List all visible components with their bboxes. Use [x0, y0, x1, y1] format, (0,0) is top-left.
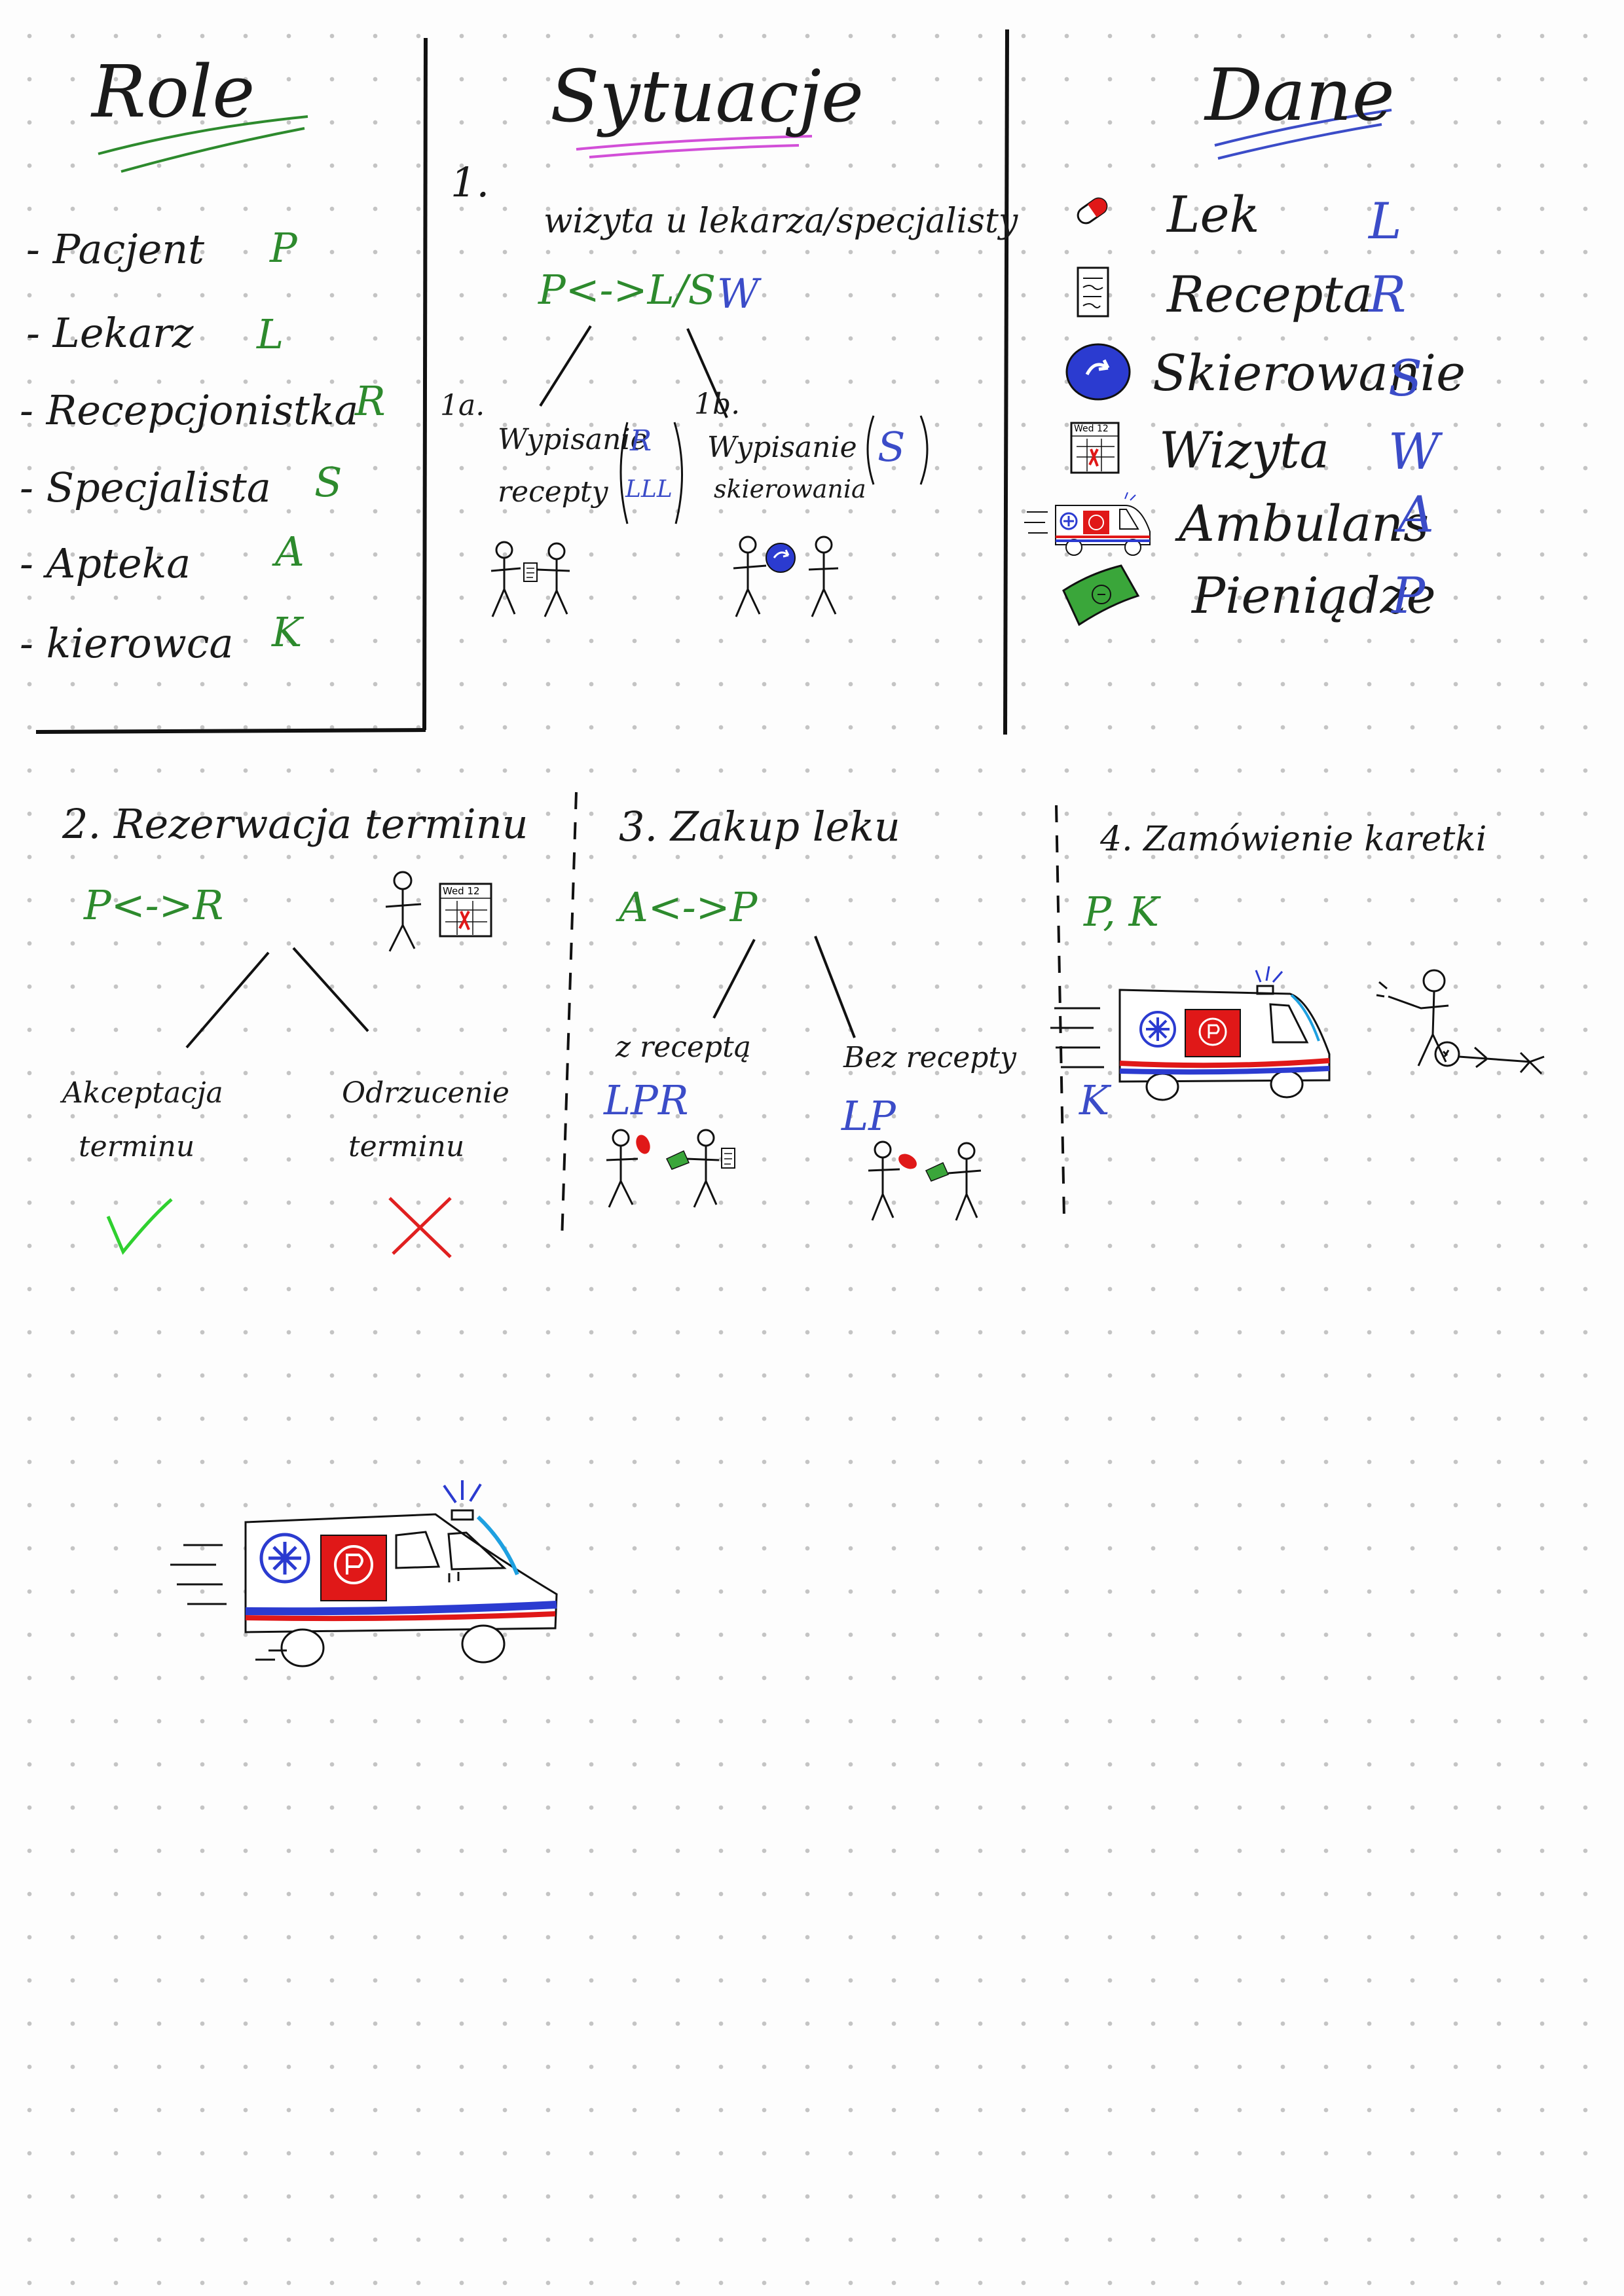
role-label-doctor: - Lekarz [26, 309, 194, 357]
branch-2-reject-line [292, 947, 369, 1032]
money-icon [1062, 564, 1140, 627]
data-letter-ambulance: A [1398, 485, 1434, 543]
large-ambulance-icon [170, 1480, 558, 1667]
situation-1b-text-1: Wypisanie [707, 431, 857, 464]
roles-box-right-border [422, 37, 428, 731]
situation-4-title: 4. Zamówienie karetki [1100, 820, 1487, 859]
role-letter-specialist: S [314, 458, 342, 506]
roles-box-bottom-border [35, 728, 426, 734]
situation-1b-label: 1b. [694, 388, 741, 421]
prescription-icon [1077, 266, 1109, 318]
situation-1a-brackets [619, 422, 684, 524]
role-letter-driver: K [272, 608, 303, 656]
roles-title-underline-2 [120, 127, 305, 173]
situation-2-accept-text-1: Akceptacja [62, 1076, 223, 1110]
situation-1-data: W [717, 270, 759, 318]
situation-4-actors: P, K [1084, 888, 1159, 936]
situation-4-ambulance-icon [1050, 966, 1331, 1101]
referral-icon [1065, 343, 1131, 401]
situation-1a-stick-figures [490, 541, 570, 617]
situation-2-calendar-icon: Wed 12 [437, 881, 494, 939]
branch-1a-line [539, 325, 592, 407]
situations-title-underline-2 [589, 144, 800, 158]
ambulance-icon [1024, 492, 1151, 556]
data-letter-prescription: R [1369, 265, 1407, 323]
dashed-separator-left [561, 792, 578, 1241]
situation-4-person-calling-icon [1376, 969, 1545, 1075]
situation-3-with-rx: z receptą [616, 1030, 752, 1064]
data-separator-line [1003, 29, 1009, 735]
data-letter-pill: L [1369, 192, 1402, 250]
situation-2-accept-text-2: terminu [79, 1130, 195, 1163]
role-letter-pharmacy: A [275, 528, 304, 575]
situation-1b-text-2: skierowania [714, 475, 866, 503]
role-label-receptionist: - Recepcjonistka [20, 386, 359, 434]
situation-3-with-rx-stick-figures [606, 1129, 735, 1208]
situation-1-number: 1. [451, 158, 490, 206]
situation-2-stick-figure [385, 871, 422, 952]
situation-2-actors: P<->R [84, 881, 224, 929]
branch-3-with-rx-line [712, 939, 756, 1019]
data-letter-referral: S [1388, 349, 1423, 407]
data-label-pill: Lek [1167, 185, 1260, 244]
situation-1-actors: P<->L/S [538, 266, 716, 314]
role-letter-receptionist: R [355, 377, 386, 425]
situation-1b-brackets [866, 415, 929, 485]
situation-3-without-rx-data: LP [841, 1092, 896, 1140]
data-label-ambulance: Ambulans [1179, 494, 1430, 553]
situation-1-title: wizyta u lekarza/specjalisty [544, 202, 1018, 241]
situation-1b-stick-figures [733, 536, 839, 617]
calendar-date-text: Wed 12 [1074, 424, 1109, 434]
situation-3-without-rx: Bez recepty [843, 1041, 1016, 1074]
situation-1a-text-2: recepty [498, 475, 608, 509]
pill-icon [1077, 197, 1108, 225]
role-label-patient: - Pacjent [26, 225, 205, 273]
situations-title-underline [576, 135, 813, 151]
situations-title: Sytuacje [550, 54, 864, 138]
situation-3-title: 3. Zakup leku [619, 803, 900, 850]
data-label-prescription: Recepta [1167, 265, 1373, 323]
situation-1a-label: 1a. [440, 389, 485, 422]
situation-3-without-rx-stick-figures [868, 1140, 982, 1221]
accept-check-icon [106, 1198, 173, 1255]
data-letter-visit: W [1388, 422, 1440, 481]
data-label-visit: Wizyta [1159, 421, 1329, 479]
situation-2-reject-text-1: Odrzucenie [342, 1076, 509, 1110]
situation-2-title: 2. Rezerwacja terminu [62, 800, 528, 848]
reject-x-icon [388, 1197, 452, 1258]
roles-title: Role [92, 50, 255, 134]
calendar-icon: Wed 12 [1069, 420, 1121, 475]
role-letter-doctor: L [257, 310, 284, 358]
role-label-driver: - kierowca [20, 619, 234, 667]
data-letter-money: P [1392, 566, 1426, 625]
situation-2-calendar-date: Wed 12 [443, 885, 480, 897]
branch-2-accept-line [185, 951, 270, 1049]
situation-2-reject-text-2: terminu [348, 1130, 465, 1163]
situation-3-with-rx-data: LPR [604, 1076, 689, 1124]
role-letter-patient: P [270, 224, 297, 272]
branch-3-without-rx-line [814, 936, 856, 1038]
data-title: Dane [1205, 53, 1395, 137]
role-label-pharmacy: - Apteka [20, 539, 191, 587]
role-label-specialist: - Specjalista [20, 464, 271, 511]
situation-3-actors: A<->P [619, 883, 758, 931]
